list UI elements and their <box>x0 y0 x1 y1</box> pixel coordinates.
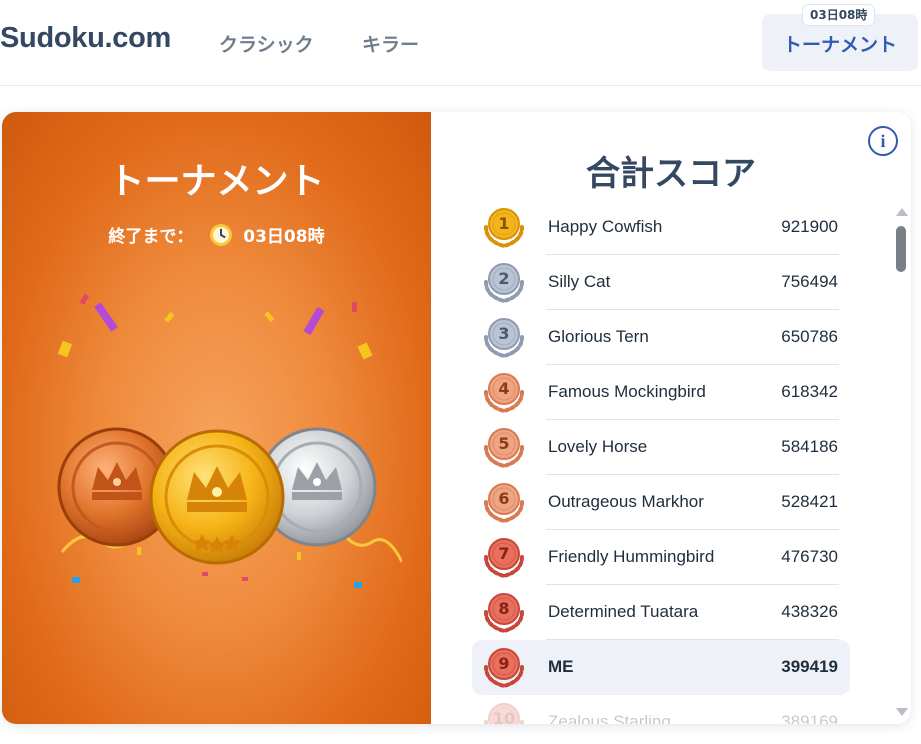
player-score: 618342 <box>781 382 838 401</box>
player-score: 584186 <box>781 437 838 456</box>
player-score: 921900 <box>781 217 838 236</box>
nav-killer[interactable]: キラー <box>362 30 419 57</box>
leaderboard-row[interactable]: 7 Friendly Hummingbird 476730 <box>472 530 850 585</box>
leaderboard-list[interactable]: 1 Happy Cowfish 921900 2 Silly Cat 756494 3 Glo… <box>472 200 852 724</box>
player-name: Determined Tuatara <box>548 602 699 621</box>
player-name: Lovely Horse <box>548 437 648 456</box>
medals-illustration <box>57 293 402 588</box>
leaderboard-row[interactable]: 10 Zealous Starling 389169 <box>472 695 850 724</box>
leaderboard-row-me[interactable]: 9 ME 399419 <box>472 640 850 695</box>
tournament-card: トーナメント 終了まで： 03日08時 i 合計スコア 1 Happy Cowf… <box>2 112 911 724</box>
scroll-thumb[interactable] <box>896 226 906 272</box>
player-name: Zealous Starling <box>548 712 671 724</box>
tournament-button[interactable]: 03日08時 トーナメント <box>762 4 918 71</box>
rank-number: 2 <box>498 269 510 288</box>
rank-number: 1 <box>498 214 510 233</box>
player-score: 650786 <box>781 327 838 346</box>
rank-number: 10 <box>492 709 516 724</box>
leaderboard-row[interactable]: 8 Determined Tuatara 438326 <box>472 585 850 640</box>
leaderboard-scrollbar[interactable] <box>894 208 908 716</box>
rank-number: 8 <box>498 599 510 618</box>
tournament-button-label: トーナメント <box>782 34 897 56</box>
player-name: Outrageous Markhor <box>548 492 704 511</box>
leaderboard-title: 合計スコア <box>586 154 756 194</box>
player-score: 756494 <box>781 272 838 291</box>
player-name: ME <box>548 657 574 676</box>
rank-number: 6 <box>498 489 510 508</box>
countdown-value: 03日08時 <box>243 227 325 247</box>
player-score: 399419 <box>781 657 838 676</box>
leaderboard-row[interactable]: 3 Glorious Tern 650786 <box>472 310 850 365</box>
leaderboard-row[interactable]: 6 Outrageous Markhor 528421 <box>472 475 850 530</box>
player-score: 438326 <box>781 602 838 621</box>
player-name: Friendly Hummingbird <box>548 547 715 566</box>
rank-number: 4 <box>498 379 510 398</box>
leaderboard-row[interactable]: 2 Silly Cat 756494 <box>472 255 850 310</box>
rank-number: 9 <box>498 654 510 673</box>
player-name: Happy Cowfish <box>548 217 663 236</box>
tournament-time-badge: 03日08時 <box>802 4 876 26</box>
player-score: 389169 <box>781 712 838 724</box>
player-score: 528421 <box>781 492 838 511</box>
leaderboard-row[interactable]: 4 Famous Mockingbird 618342 <box>472 365 850 420</box>
player-name: Silly Cat <box>548 272 611 291</box>
nav-classic[interactable]: クラシック <box>219 30 314 57</box>
countdown: 終了まで： 03日08時 <box>2 222 431 247</box>
scroll-down-arrow[interactable] <box>896 708 908 716</box>
player-name: Glorious Tern <box>548 327 649 346</box>
rank-number: 5 <box>498 434 510 453</box>
rank-number: 7 <box>498 544 510 563</box>
leaderboard-row[interactable]: 5 Lovely Horse 584186 <box>472 420 850 475</box>
rank-number: 3 <box>498 324 510 343</box>
clock-icon <box>210 223 233 246</box>
logo[interactable]: Sudoku.com <box>0 22 171 55</box>
leaderboard-panel: i 合計スコア 1 Happy Cowfish 921900 2 Silly Cat 75… <box>431 112 911 724</box>
banner-title: トーナメント <box>108 161 325 202</box>
countdown-label: 終了まで： <box>108 227 194 247</box>
player-name: Famous Mockingbird <box>548 382 706 401</box>
leaderboard-row[interactable]: 1 Happy Cowfish 921900 <box>472 200 850 255</box>
player-score: 476730 <box>781 547 838 566</box>
top-header: Sudoku.com クラシック キラー 03日08時 トーナメント <box>0 0 921 86</box>
tournament-banner: トーナメント 終了まで： 03日08時 <box>2 112 431 724</box>
scroll-up-arrow[interactable] <box>896 208 908 216</box>
gold-medal <box>149 429 285 565</box>
